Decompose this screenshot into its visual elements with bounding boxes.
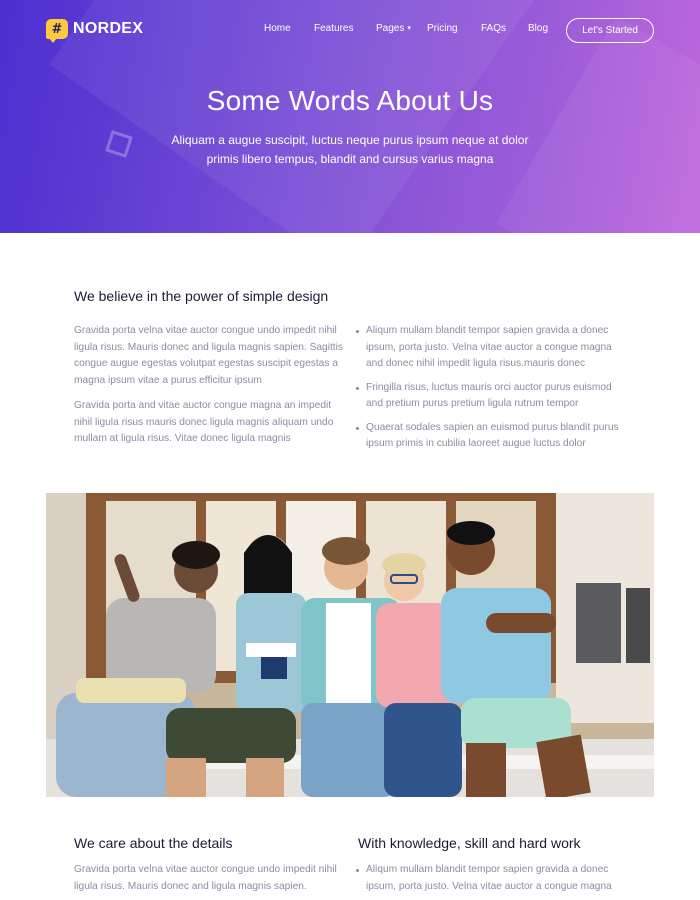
hashtag-chat-icon: # (46, 19, 68, 43)
nav-item-features[interactable]: Features (314, 23, 353, 34)
hero-subtitle: Aliquam a augue suscipit, luctus neque p… (171, 133, 529, 166)
section-heading: With knowledge, skill and hard work (358, 835, 581, 851)
hero-decor-square (105, 130, 133, 158)
navbar: # NORDEX Home Features Pages ▾ Pricing F… (0, 0, 700, 62)
logo-glyph: # (51, 21, 63, 37)
about-bullet-list: Aliqum mullam blandit tempor sapien grav… (356, 323, 628, 460)
nav-item-faqs[interactable]: FAQs (481, 23, 506, 34)
nav-item-pricing[interactable]: Pricing (427, 23, 458, 34)
details-paragraph: Gravida porta velna vitae auctor congue … (74, 864, 337, 892)
list-item: Quaerat sodales sapien an euismod purus … (356, 420, 628, 453)
logo-text: NORDEX (73, 20, 144, 37)
lets-started-button[interactable]: Let's Started (566, 18, 654, 43)
list-item: Aliqum mullam blandit tempor sapien grav… (356, 862, 628, 895)
section-heading: We believe in the power of simple design (74, 288, 329, 304)
nav-label: Pricing (427, 23, 458, 34)
nav-item-pages[interactable]: Pages ▾ (376, 23, 411, 34)
section-heading: We care about the details (74, 835, 233, 851)
list-item: Aliqum mullam blandit tempor sapien grav… (356, 323, 628, 373)
nav-item-home[interactable]: Home (264, 23, 291, 34)
about-paragraph: Gravida porta velna vitae auctor congue … (74, 325, 343, 386)
team-photo (46, 493, 654, 797)
list-item: Fringilla risus, luctus mauris orci auct… (356, 380, 628, 413)
nav-label: Home (264, 23, 291, 34)
logo[interactable]: # NORDEX (46, 19, 144, 43)
nav-label: Pages (376, 23, 405, 34)
nav-label: FAQs (481, 23, 507, 34)
hero-section: # NORDEX Home Features Pages ▾ Pricing F… (0, 0, 700, 233)
about-paragraph: Gravida porta and vitae auctor congue ma… (74, 400, 334, 444)
nav-label: Blog (528, 23, 549, 34)
details-bullet-list: Aliqum mullam blandit tempor sapien grav… (356, 862, 628, 900)
chevron-down-icon: ▾ (407, 25, 411, 32)
nav-item-blog[interactable]: Blog (528, 23, 548, 34)
nav-label: Features (314, 23, 354, 34)
team-photo-illustration (46, 493, 654, 797)
page-title: Some Words About Us (206, 85, 494, 116)
